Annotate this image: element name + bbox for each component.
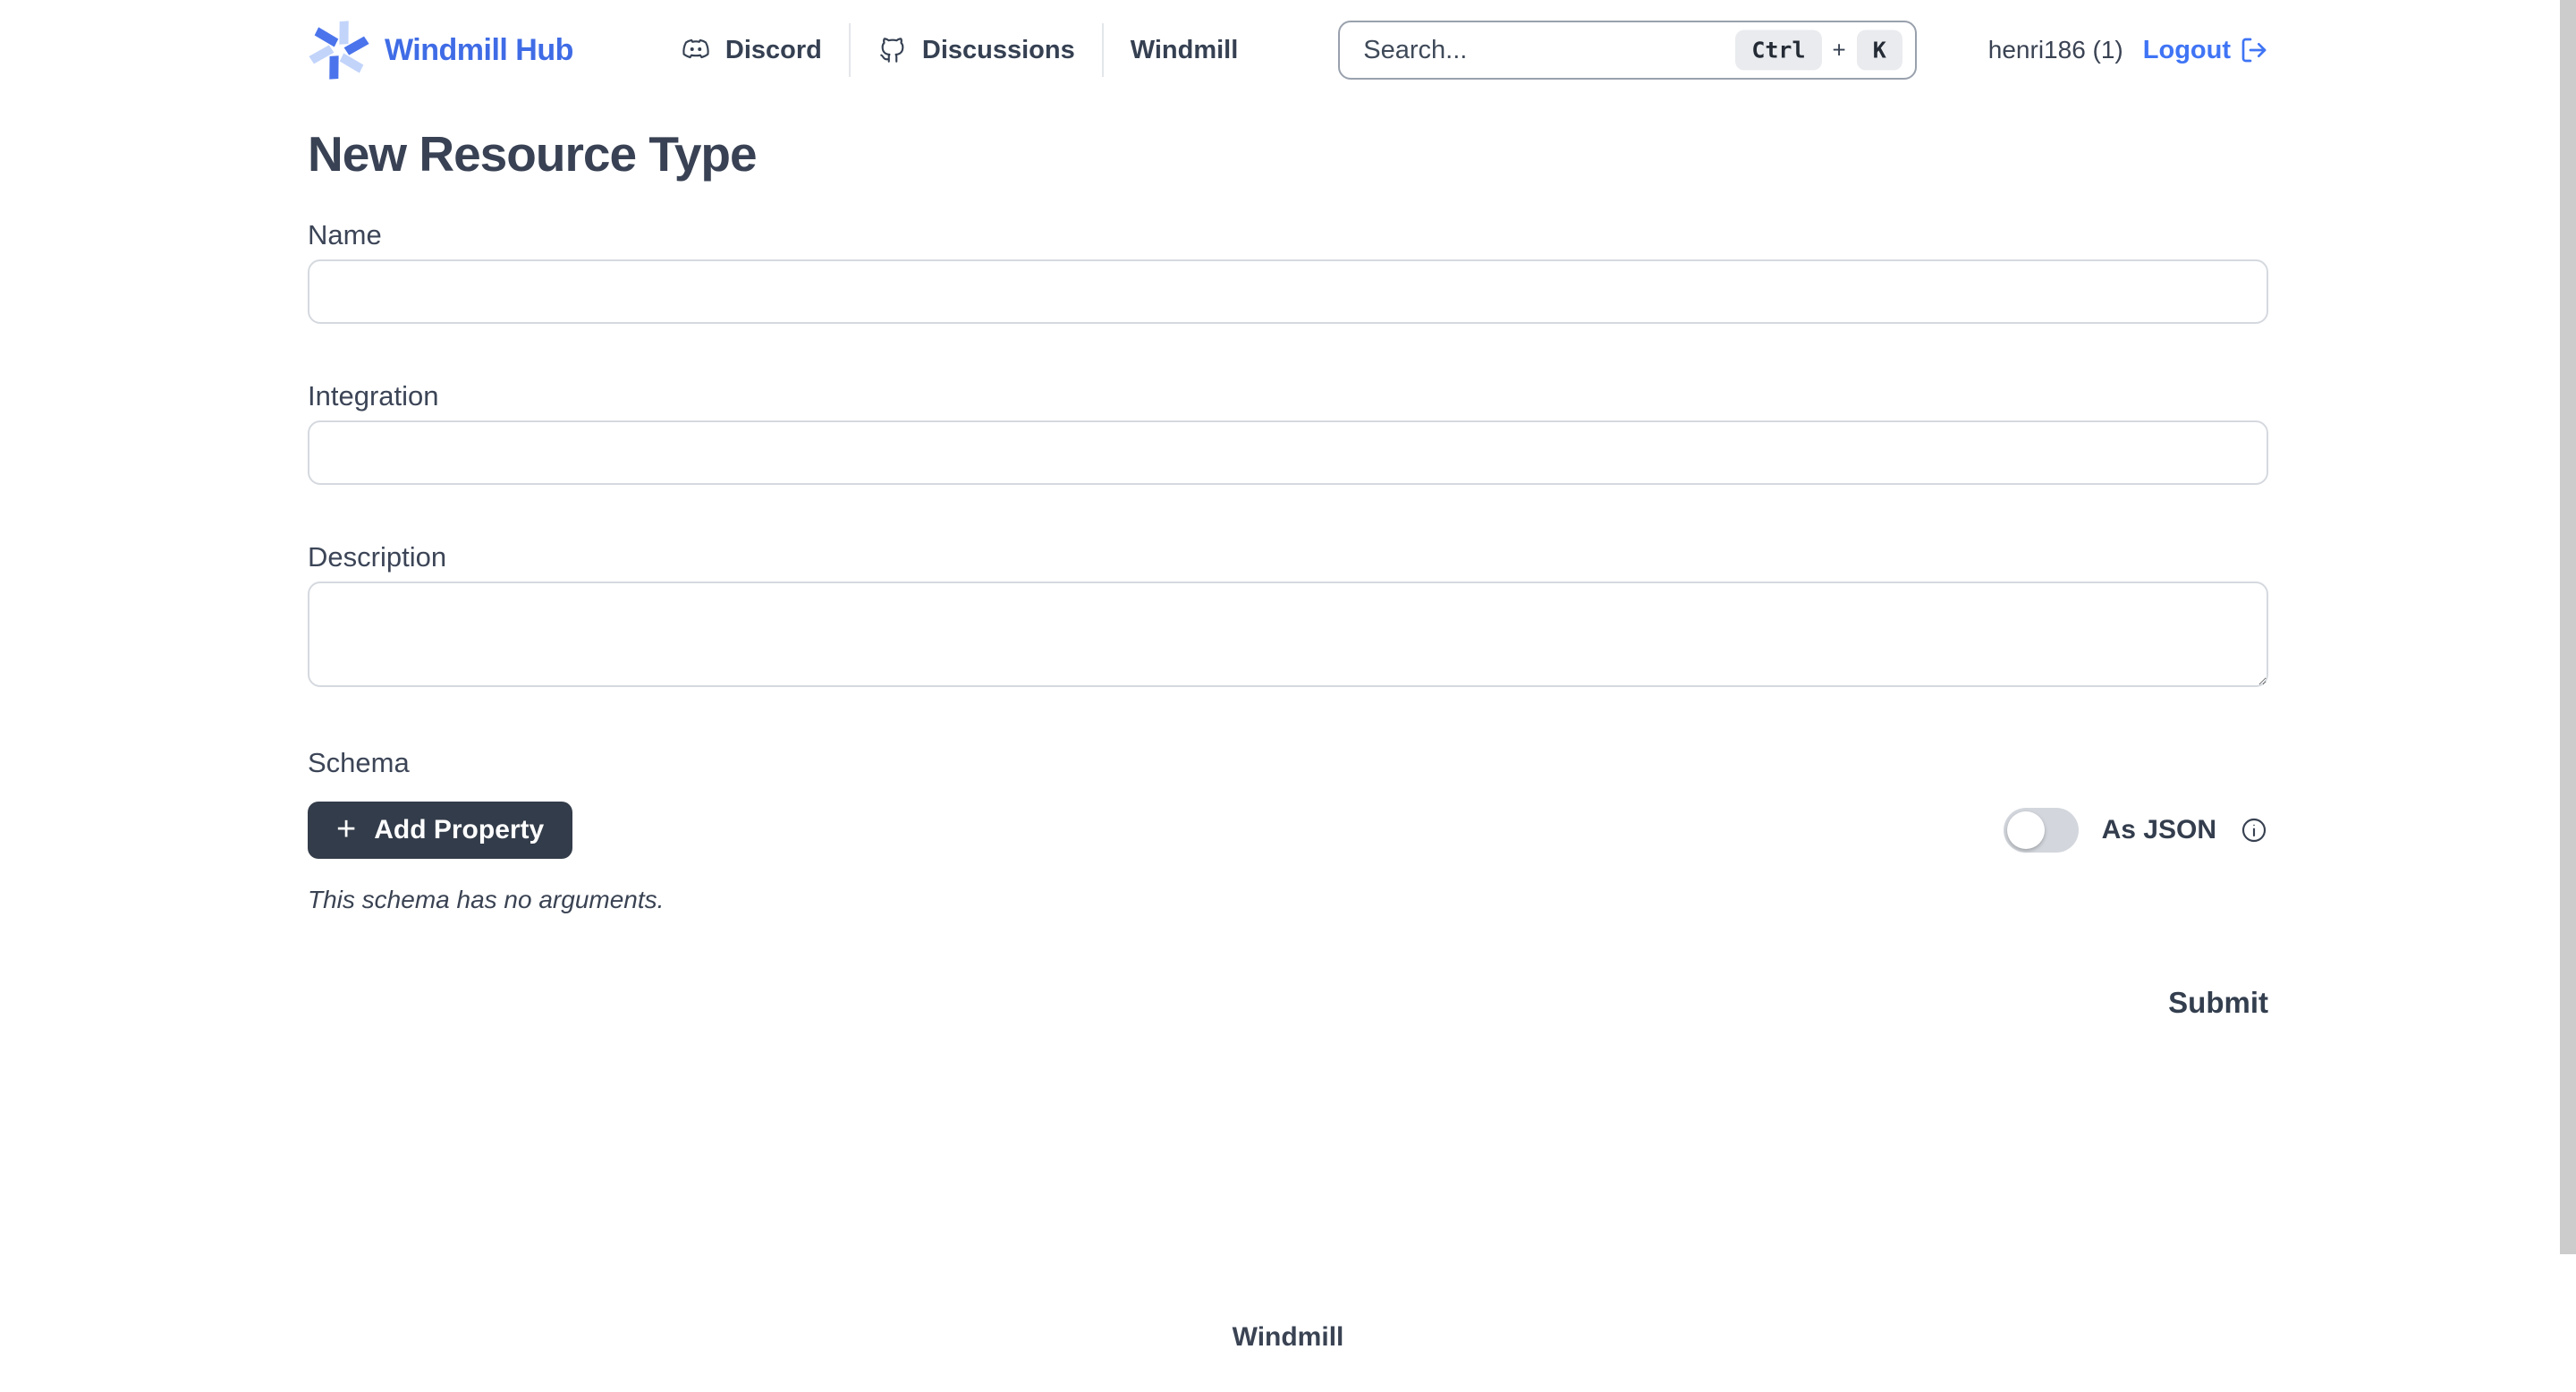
scrollbar-track[interactable] bbox=[2560, 0, 2576, 1392]
field-integration: Integration bbox=[308, 379, 2268, 485]
field-name: Name bbox=[308, 218, 2268, 324]
description-textarea[interactable] bbox=[308, 581, 2268, 687]
footer-windmill-link[interactable]: Windmill bbox=[1233, 1322, 1344, 1352]
top-navbar: Windmill Hub Discord Discussions Win bbox=[0, 0, 2576, 100]
nav-item-discussions[interactable]: Discussions bbox=[877, 35, 1075, 65]
nav-label-discord: Discord bbox=[725, 36, 822, 65]
submit-button[interactable]: Submit bbox=[2168, 986, 2268, 1020]
field-description: Description bbox=[308, 540, 2268, 687]
integration-label: Integration bbox=[308, 379, 2268, 413]
nav-separator bbox=[849, 23, 851, 77]
discussions-icon bbox=[877, 35, 908, 65]
name-label: Name bbox=[308, 218, 2268, 252]
add-property-button[interactable]: + Add Property bbox=[308, 802, 572, 859]
kbd-plus-sign: + bbox=[1833, 37, 1846, 64]
integration-input[interactable] bbox=[308, 420, 2268, 485]
search-shortcut: Ctrl + K bbox=[1735, 30, 1902, 71]
info-icon[interactable] bbox=[2240, 816, 2268, 845]
as-json-toggle[interactable] bbox=[2004, 808, 2079, 853]
logout-icon bbox=[2240, 36, 2268, 64]
plus-icon: + bbox=[336, 812, 356, 846]
as-json-group: As JSON bbox=[2004, 808, 2268, 853]
schema-label: Schema bbox=[308, 746, 2268, 780]
user-area: henri186 (1) Logout bbox=[1988, 36, 2268, 65]
logout-label: Logout bbox=[2143, 36, 2231, 65]
page-title: New Resource Type bbox=[308, 125, 2268, 182]
windmill-logo-icon bbox=[308, 19, 370, 81]
name-input[interactable] bbox=[308, 259, 2268, 324]
nav-item-windmill[interactable]: Windmill bbox=[1131, 36, 1239, 65]
schema-toolbar: + Add Property As JSON bbox=[308, 802, 2268, 859]
logout-link[interactable]: Logout bbox=[2143, 36, 2268, 65]
nav-separator bbox=[1102, 23, 1104, 77]
nav-label-discussions: Discussions bbox=[922, 36, 1075, 65]
submit-row: Submit bbox=[308, 986, 2268, 1020]
scrollbar-thumb[interactable] bbox=[2560, 0, 2576, 1254]
search-box: Ctrl + K bbox=[1338, 21, 1917, 80]
nav-item-discord[interactable]: Discord bbox=[681, 35, 822, 65]
add-property-label: Add Property bbox=[374, 815, 544, 845]
schema-empty-text: This schema has no arguments. bbox=[308, 886, 2268, 914]
nav-label-windmill: Windmill bbox=[1131, 36, 1239, 65]
kbd-ctrl: Ctrl bbox=[1735, 30, 1821, 71]
page-footer: Windmill bbox=[0, 1322, 2576, 1353]
kbd-k: K bbox=[1857, 30, 1902, 71]
brand-home-link[interactable]: Windmill Hub bbox=[308, 19, 573, 81]
discord-icon bbox=[681, 35, 711, 65]
brand-name: Windmill Hub bbox=[385, 33, 573, 68]
main-nav: Discord Discussions Windmill bbox=[681, 23, 1238, 77]
as-json-label: As JSON bbox=[2102, 815, 2216, 845]
new-resource-type-form: New Resource Type Name Integration Descr… bbox=[308, 100, 2268, 1020]
toggle-knob bbox=[2007, 811, 2045, 849]
username: henri186 (1) bbox=[1988, 36, 2123, 64]
description-label: Description bbox=[308, 540, 2268, 574]
